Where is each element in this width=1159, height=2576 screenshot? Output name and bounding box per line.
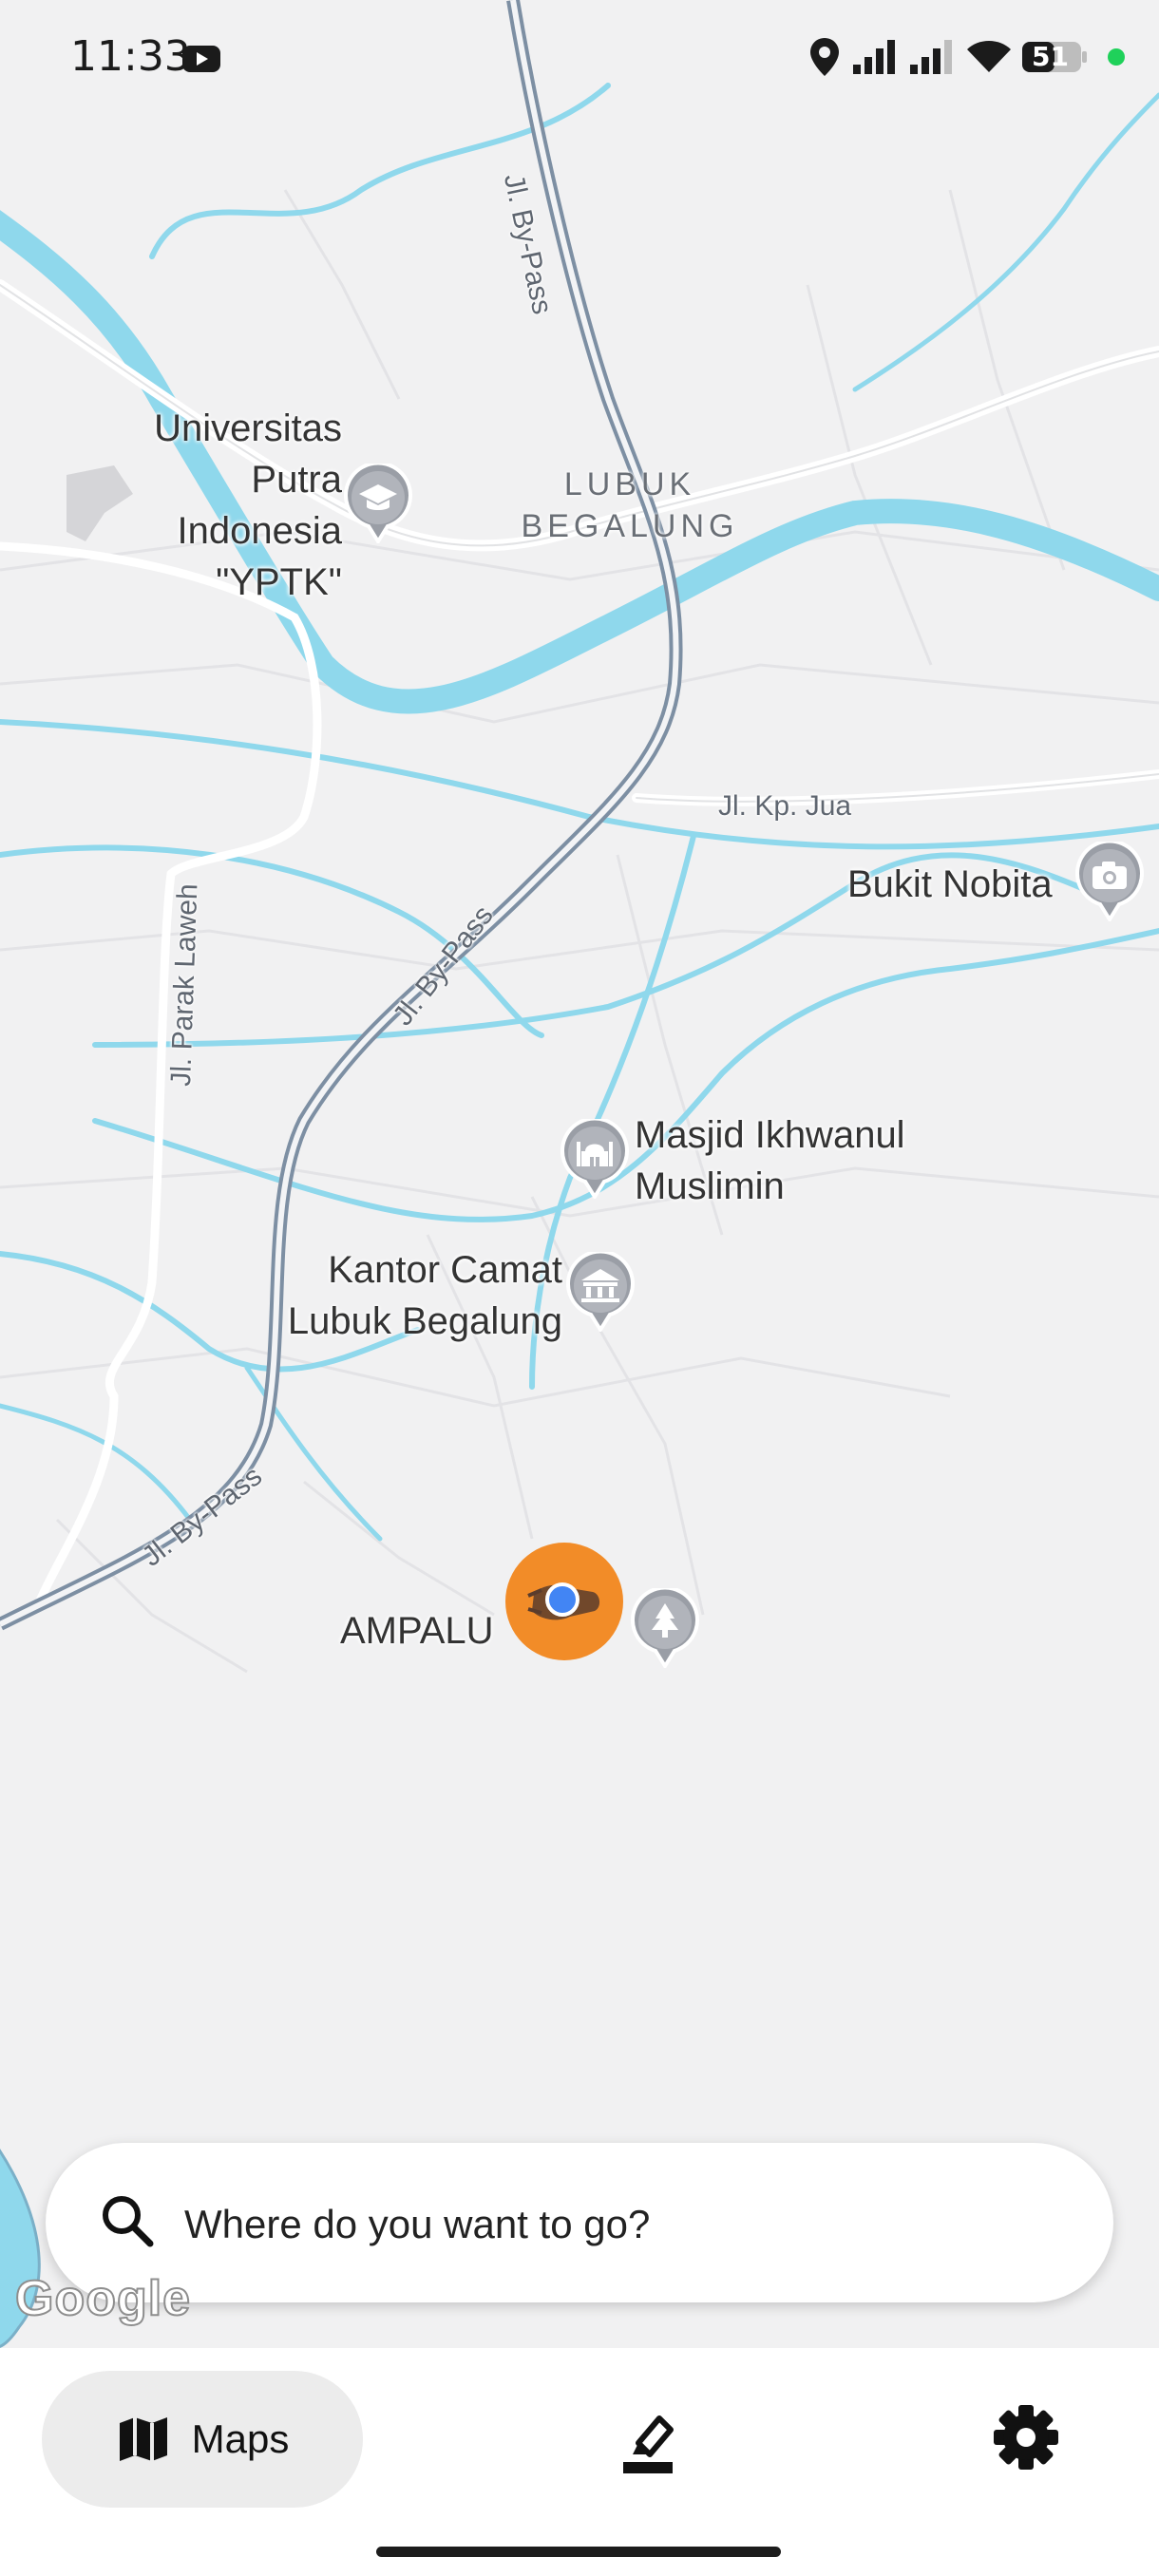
home-indicator[interactable] — [376, 2547, 781, 2557]
poi-label-universitas[interactable]: Universitas Putra Indonesia "YPTK" — [104, 403, 342, 608]
privacy-indicator — [1108, 48, 1125, 66]
camera-icon[interactable] — [1074, 842, 1146, 921]
google-logo: Google — [14, 2270, 192, 2327]
battery-icon: 51 — [1022, 40, 1089, 74]
mosque-icon[interactable] — [559, 1119, 631, 1199]
bottom-navigation: Maps — [0, 2348, 1159, 2576]
status-time: 11:33 — [70, 32, 191, 81]
youtube-icon — [182, 46, 220, 72]
road-label-kp-jua: Jl. Kp. Jua — [718, 790, 852, 822]
map-icon — [119, 2417, 167, 2461]
wifi-icon — [967, 41, 1011, 72]
tree-icon[interactable] — [629, 1588, 701, 1668]
poi-label-bukit-nobita[interactable]: Bukit Nobita — [847, 859, 1053, 910]
search-icon — [103, 2196, 154, 2247]
poi-label-masjid[interactable]: Masjid Ikhwanul Muslimin — [635, 1109, 905, 1212]
status-bar: 11:33 51 — [0, 0, 1159, 114]
battery-level: 51 — [1032, 41, 1069, 72]
signal-icon — [910, 40, 952, 74]
search-bar[interactable] — [46, 2143, 1113, 2302]
status-icons: 51 — [808, 36, 1125, 78]
signal-icon — [853, 40, 895, 74]
nav-maps-tab[interactable]: Maps — [42, 2371, 363, 2508]
poi-label-kantor-camat[interactable]: Kantor Camat Lubuk Begalung — [228, 1244, 562, 1347]
location-icon — [810, 38, 839, 76]
graduation-cap-icon[interactable] — [342, 464, 414, 543]
poi-label-ampalu[interactable]: AMPALU — [340, 1605, 494, 1657]
government-building-icon[interactable] — [564, 1252, 636, 1332]
area-label-lubuk-begalung: LUBUK BEGALUNG — [521, 466, 739, 544]
nav-maps-label: Maps — [191, 2416, 290, 2461]
draw-icon[interactable] — [610, 2405, 686, 2481]
search-input[interactable] — [182, 2181, 1041, 2268]
user-location-marker[interactable] — [504, 1541, 625, 1662]
gear-icon[interactable] — [988, 2399, 1064, 2475]
